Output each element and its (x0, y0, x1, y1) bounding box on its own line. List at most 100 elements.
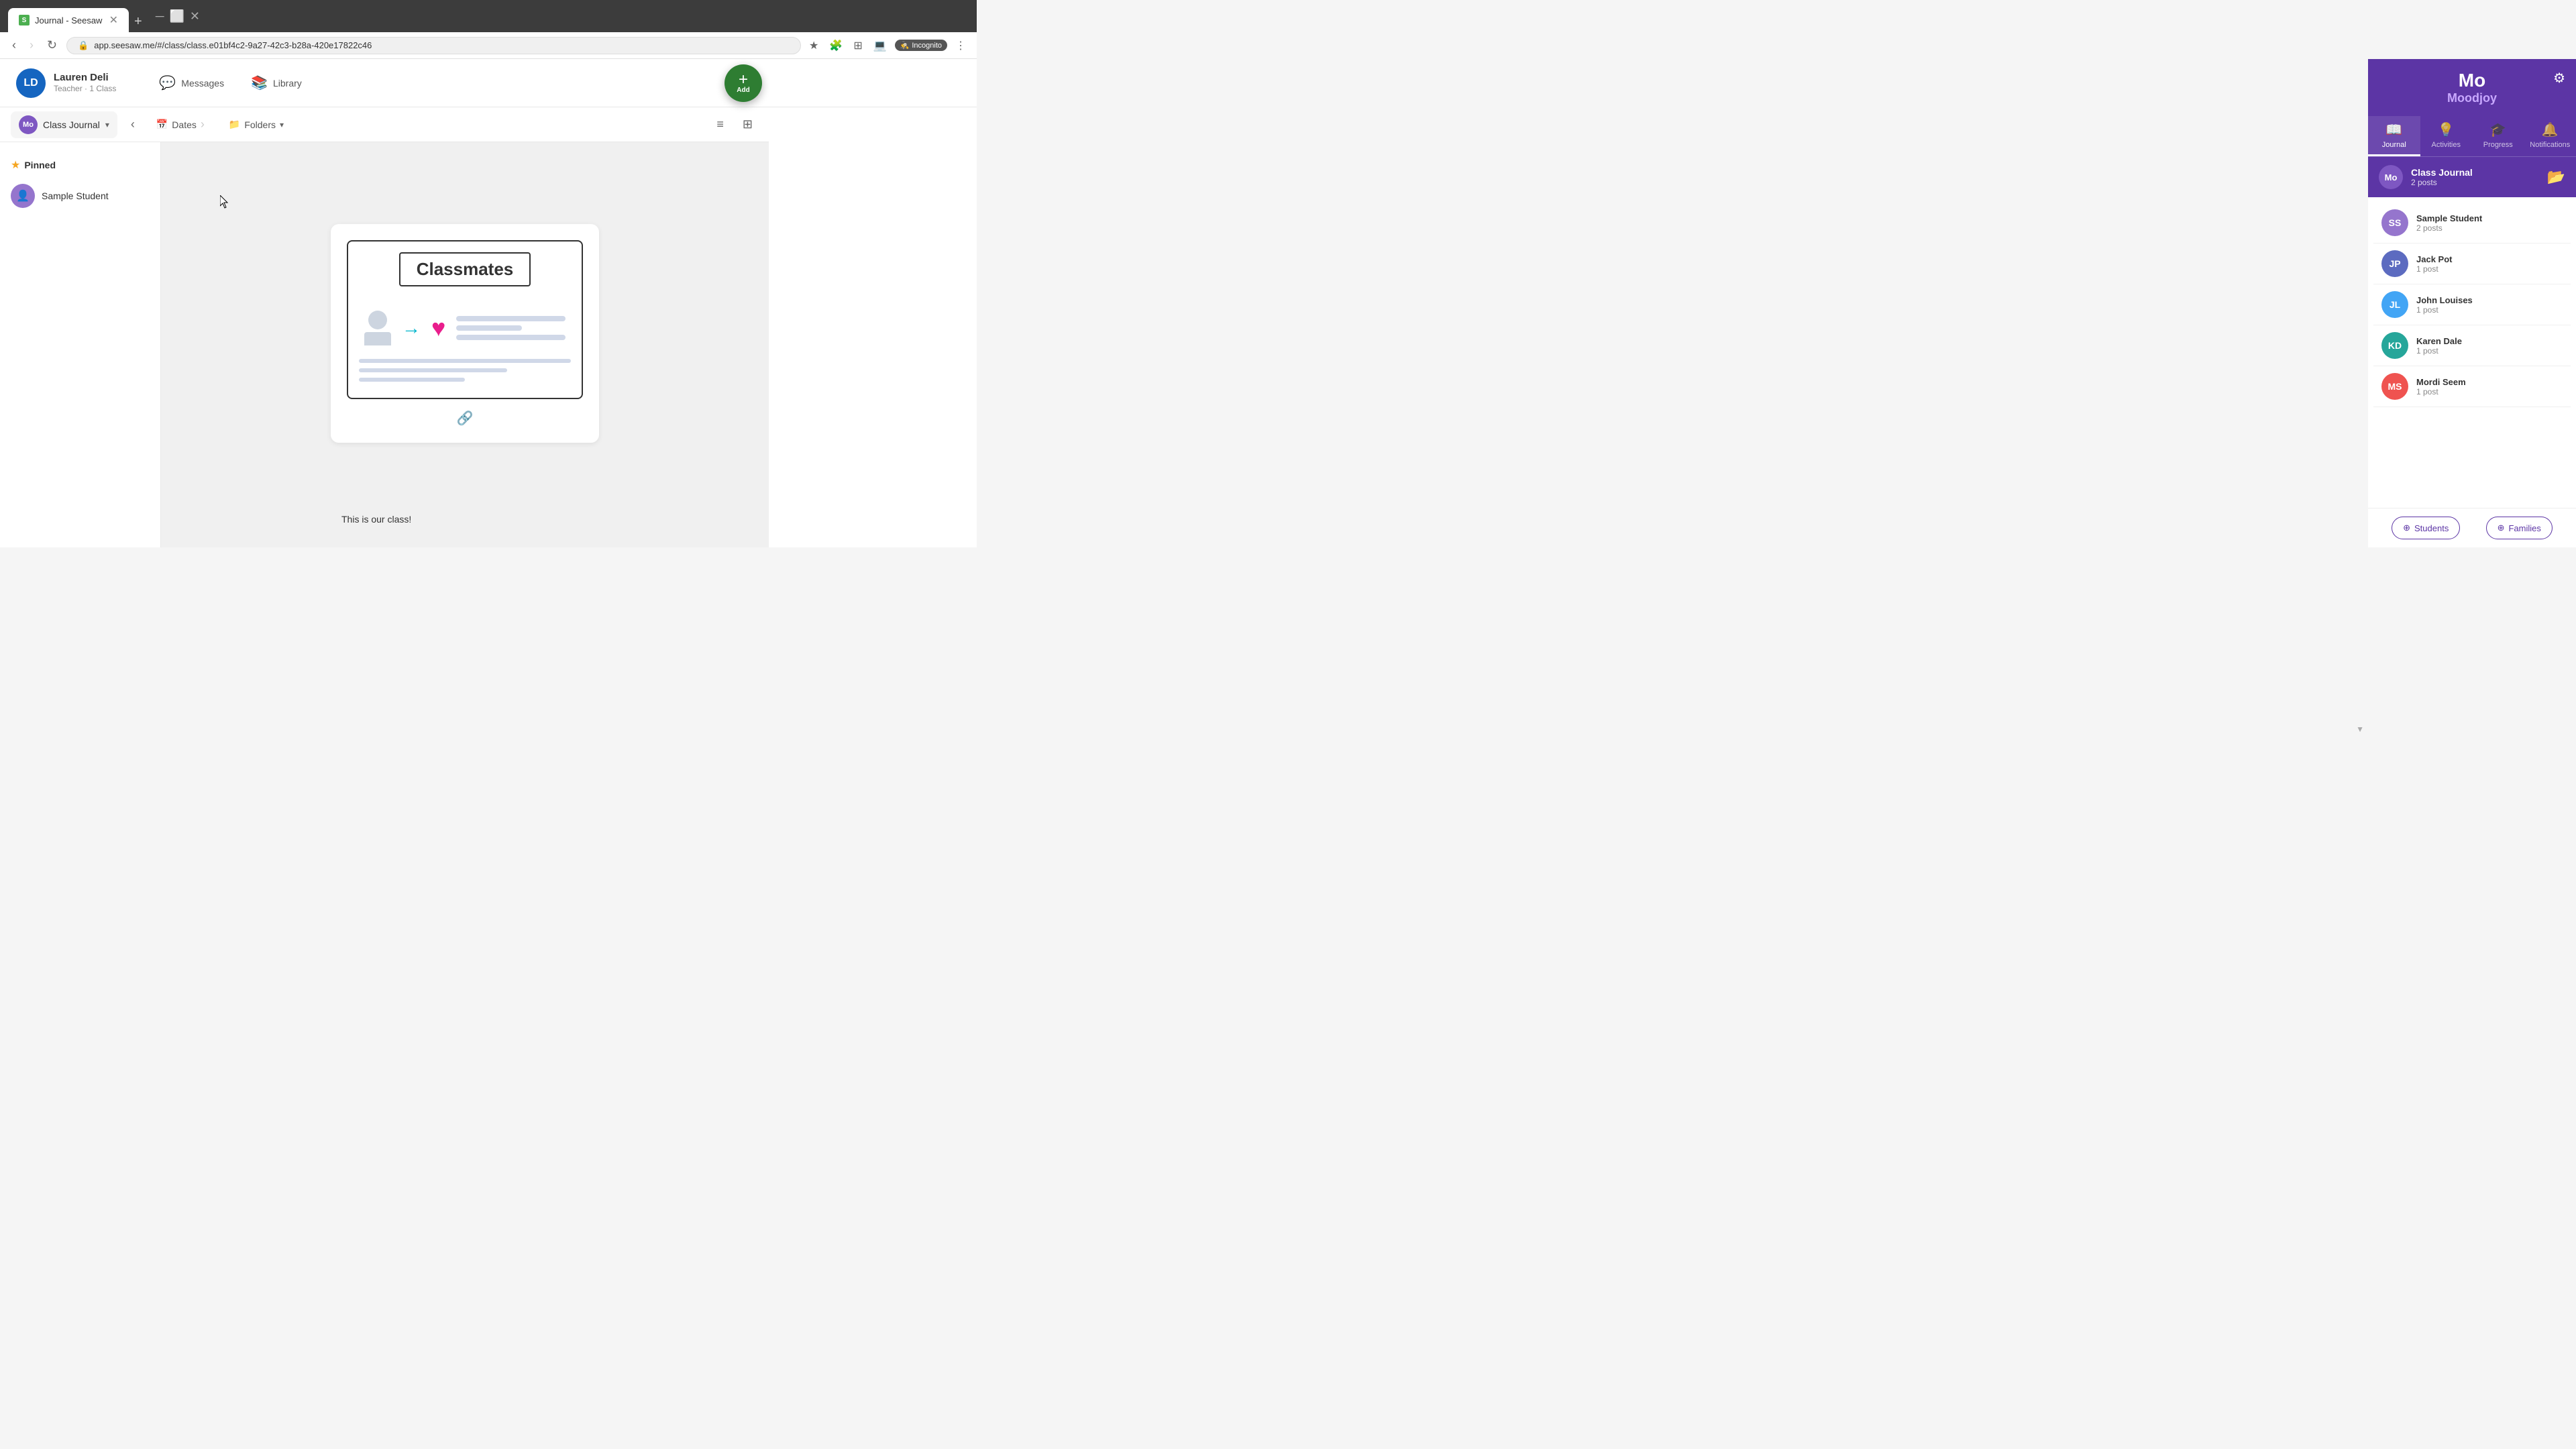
folders-button[interactable]: 📁 Folders ▾ (221, 115, 292, 134)
library-label: Library (273, 78, 302, 89)
library-link[interactable]: 📚 Library (240, 69, 313, 97)
student-posts-jl: 1 post (2416, 305, 2563, 315)
avatar: LD (16, 68, 46, 98)
notifications-tab-label: Notifications (2530, 141, 2570, 149)
families-label: Families (2508, 523, 2540, 533)
tab-activities[interactable]: 💡 Activities (2420, 116, 2473, 156)
class-name: Class Journal (43, 119, 100, 130)
student-info-jp: Jack Pot 1 post (2416, 254, 2563, 274)
messages-icon: 💬 (159, 74, 176, 91)
list-item[interactable]: SS Sample Student 2 posts (2373, 203, 2571, 244)
add-button[interactable]: + Add (724, 64, 762, 102)
devices-button[interactable]: 💻 (871, 36, 890, 55)
navigation-bar: ‹ › ↻ 🔒 app.seesaw.me/#/class/class.e01b… (0, 32, 977, 59)
list-item[interactable]: JP Jack Pot 1 post (2373, 244, 2571, 284)
pinned-section-header: ★ Pinned (0, 153, 160, 177)
browser-tabs: S Journal - Seesaw ✕ + (8, 0, 148, 32)
right-panel-bottom-bar: ⊕ Students ⊕ Families (2368, 508, 2576, 547)
minimize-button[interactable]: ─ (156, 9, 164, 23)
extensions-button[interactable]: 🧩 (826, 36, 845, 55)
class-selector[interactable]: Mo Class Journal ▾ (11, 111, 117, 138)
classmates-visual: → ♥ (359, 305, 571, 351)
right-panel-header: ⚙ Mo Moodjoy (2368, 59, 2576, 116)
list-item[interactable]: JL John Louises 1 post (2373, 284, 2571, 325)
prev-arrow-button[interactable]: ‹ (125, 115, 140, 134)
class-journal-name: Class Journal (2411, 167, 2539, 178)
active-tab[interactable]: S Journal - Seesaw ✕ (8, 8, 129, 32)
dates-button[interactable]: 📅 Dates › (148, 113, 213, 136)
forward-button[interactable]: › (25, 36, 38, 55)
student-posts-ms: 1 post (2416, 387, 2563, 396)
new-tab-button[interactable]: + (129, 11, 148, 32)
toolbar: Mo Class Journal ▾ ‹ 📅 Dates › 📁 Folders… (0, 107, 769, 142)
folders-label: Folders (244, 119, 276, 130)
student-info-jl: John Louises 1 post (2416, 295, 2563, 315)
back-button[interactable]: ‹ (8, 36, 20, 55)
tab-notifications[interactable]: 🔔 Notifications (2524, 116, 2576, 156)
content-area: ★ Pinned 👤 Sample Student Classmates (0, 142, 769, 547)
tab-close-button[interactable]: ✕ (109, 13, 118, 27)
folder-icon: 📁 (229, 119, 240, 130)
class-journal-row[interactable]: Mo Class Journal 2 posts 📂 (2368, 157, 2576, 197)
caption-text: This is our class! (336, 514, 417, 525)
add-label: Add (737, 87, 749, 94)
sidebar-item-sample-student[interactable]: 👤 Sample Student (0, 177, 160, 215)
grid-button[interactable]: ⊞ (851, 36, 865, 55)
list-item[interactable]: KD Karen Dale 1 post (2373, 325, 2571, 366)
student-avatar-ss: SS (2381, 209, 2408, 236)
card-bottom-lines (359, 359, 571, 382)
arrow-right-icon: › (201, 117, 205, 131)
menu-button[interactable]: ⋮ (953, 36, 969, 55)
add-plus-icon: + (739, 72, 748, 88)
list-item[interactable]: MS Mordi Seem 1 post (2373, 366, 2571, 407)
feed-area: Classmates → ♥ (161, 142, 769, 547)
journal-tab-label: Journal (2382, 141, 2406, 149)
gear-icon[interactable]: ⚙ (2553, 70, 2565, 87)
card-line-1 (359, 359, 571, 363)
sample-student-avatar: 👤 (11, 184, 35, 208)
top-navigation: LD Lauren Deli Teacher · 1 Class 💬 Messa… (0, 59, 977, 107)
progress-tab-icon: 🎓 (2489, 121, 2506, 138)
pinned-label: Pinned (24, 160, 56, 170)
progress-tab-label: Progress (2483, 141, 2513, 149)
sample-student-name: Sample Student (42, 191, 109, 201)
messages-label: Messages (181, 78, 224, 89)
tab-progress[interactable]: 🎓 Progress (2472, 116, 2524, 156)
link-icon[interactable]: 🔗 (457, 411, 474, 426)
browser-chrome: S Journal - Seesaw ✕ + ─ ⬜ ✕ (0, 0, 977, 32)
caption-container: This is our class! (331, 508, 599, 531)
activities-tab-label: Activities (2432, 141, 2461, 149)
tab-journal[interactable]: 📖 Journal (2368, 116, 2420, 156)
address-bar[interactable]: 🔒 app.seesaw.me/#/class/class.e01bf4c2-9… (66, 37, 801, 54)
filter-button[interactable]: ≡ (711, 115, 729, 134)
class-initials: Mo (19, 115, 38, 134)
line-2 (456, 325, 522, 331)
close-button[interactable]: ✕ (190, 9, 200, 23)
journal-tab-icon: 📖 (2385, 121, 2402, 138)
classmates-title: Classmates (399, 252, 531, 286)
calendar-view-button[interactable]: ⊞ (737, 115, 758, 134)
browser-nav-icons: ★ 🧩 ⊞ 💻 🕵 Incognito ⋮ (806, 36, 969, 55)
student-name-ss: Sample Student (2416, 213, 2563, 223)
star-icon: ★ (11, 158, 20, 172)
heart-icon: ♥ (431, 314, 445, 342)
moodjoy-name: Moodjoy (2379, 91, 2565, 105)
bookmark-button[interactable]: ★ (806, 36, 821, 55)
tab-title: Journal - Seesaw (35, 15, 102, 25)
reload-button[interactable]: ↻ (43, 36, 61, 55)
families-button[interactable]: ⊕ Families (2486, 517, 2553, 539)
folder-fill-icon: 📂 (2547, 168, 2565, 186)
incognito-badge: 🕵 Incognito (895, 40, 947, 51)
maximize-button[interactable]: ⬜ (169, 9, 184, 23)
messages-link[interactable]: 💬 Messages (148, 69, 235, 97)
student-name-ms: Mordi Seem (2416, 377, 2563, 387)
nav-links: 💬 Messages 📚 Library (148, 69, 312, 97)
student-avatar-kd: KD (2381, 332, 2408, 359)
student-avatar-jl: JL (2381, 291, 2408, 318)
app-container: LD Lauren Deli Teacher · 1 Class 💬 Messa… (0, 59, 977, 547)
class-journal-info: Class Journal 2 posts (2411, 167, 2539, 187)
students-button[interactable]: ⊕ Students (2392, 517, 2460, 539)
person-body-icon (364, 332, 391, 345)
notifications-tab-icon: 🔔 (2542, 121, 2559, 138)
classmates-visual-card: Classmates → ♥ (347, 240, 583, 399)
